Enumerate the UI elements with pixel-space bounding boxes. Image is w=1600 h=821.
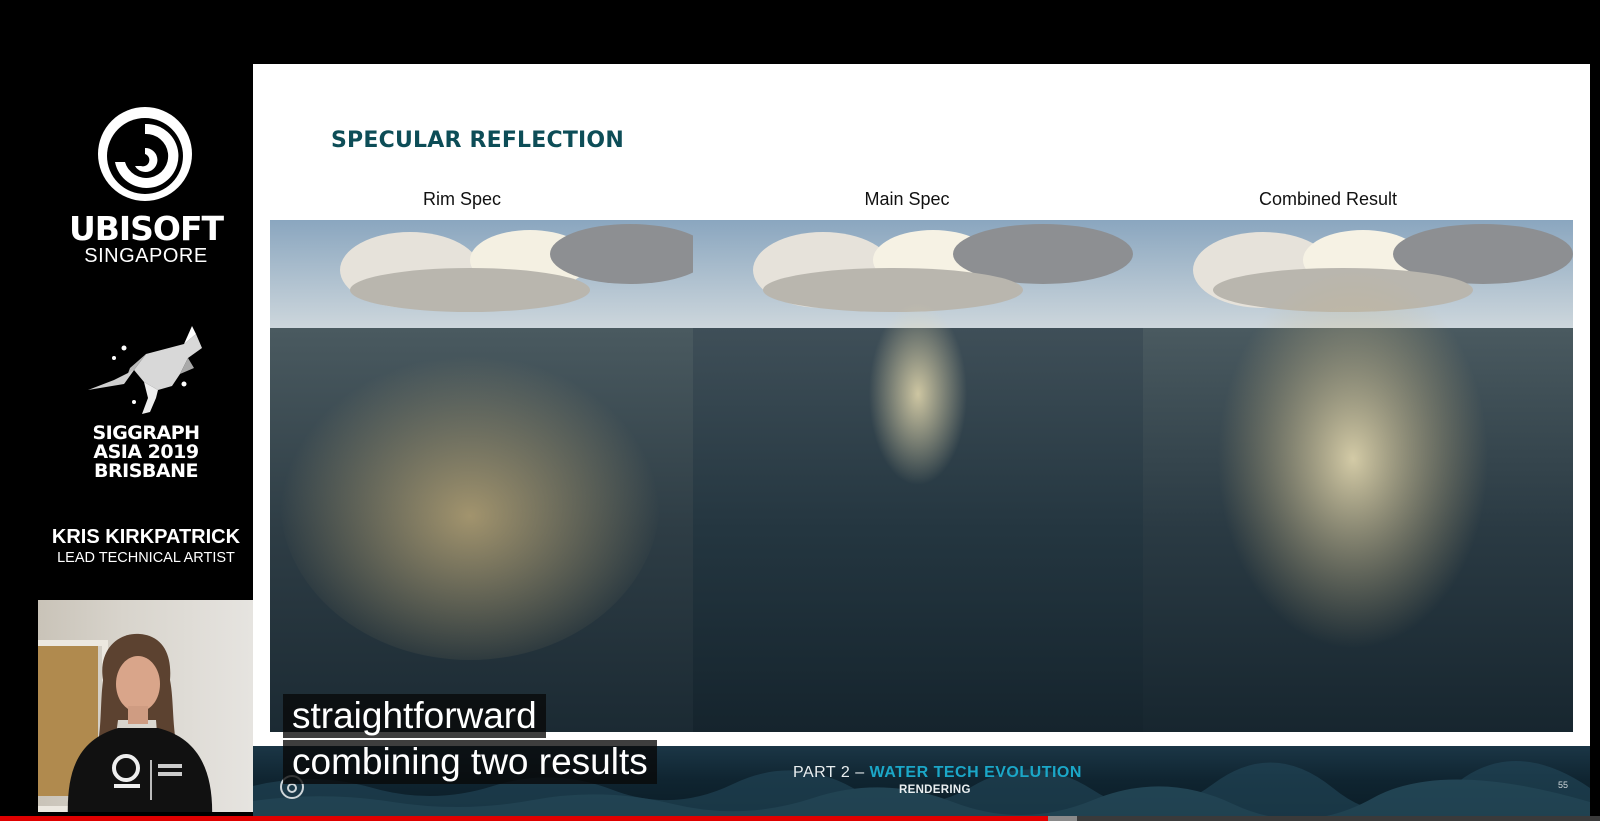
studio-name: SINGAPORE bbox=[84, 245, 208, 267]
conference-name: SIGGRAPH ASIA 2019 BRISBANE bbox=[86, 424, 206, 481]
conference-line-3: BRISBANE bbox=[94, 460, 198, 482]
progress-buffered bbox=[1048, 816, 1077, 821]
ubisoft-swirl-icon bbox=[98, 107, 192, 201]
comparison-images bbox=[270, 220, 1573, 732]
speaker-figure bbox=[67, 633, 213, 812]
image-rim-spec bbox=[270, 220, 693, 732]
kangaroo-icon bbox=[88, 326, 202, 414]
progress-played bbox=[0, 816, 1048, 821]
caption-line-2: combining two results bbox=[283, 740, 657, 784]
slide-title: SPECULAR REFLECTION bbox=[331, 128, 624, 153]
speaker-webcam bbox=[38, 600, 253, 812]
video-progress-bar[interactable] bbox=[0, 816, 1600, 821]
panel-label-main-spec: Main Spec bbox=[864, 189, 950, 209]
panel-label-combined-result: Combined Result bbox=[1258, 189, 1398, 209]
company-name: UBISOFT bbox=[68, 209, 224, 248]
caption-line-1: straightforward bbox=[283, 694, 546, 738]
video-top-bar bbox=[0, 0, 1600, 64]
speaker-name: KRIS KIRKPATRICK bbox=[51, 526, 241, 548]
image-main-spec bbox=[693, 220, 1143, 732]
speaker-title: LEAD TECHNICAL ARTIST bbox=[57, 550, 235, 566]
panel-label-rim-spec: Rim Spec bbox=[422, 189, 502, 209]
footer-section: RENDERING bbox=[899, 784, 971, 796]
image-combined-result bbox=[1143, 220, 1573, 732]
footer-part-title: PART 2 – WATER TECH EVOLUTION bbox=[793, 764, 1082, 782]
slide-page-number: 55 bbox=[1557, 780, 1568, 790]
footer-part-name: WATER TECH EVOLUTION bbox=[869, 764, 1082, 781]
video-right-margin bbox=[1590, 64, 1600, 816]
footer-part-prefix: PART 2 – bbox=[793, 764, 865, 781]
